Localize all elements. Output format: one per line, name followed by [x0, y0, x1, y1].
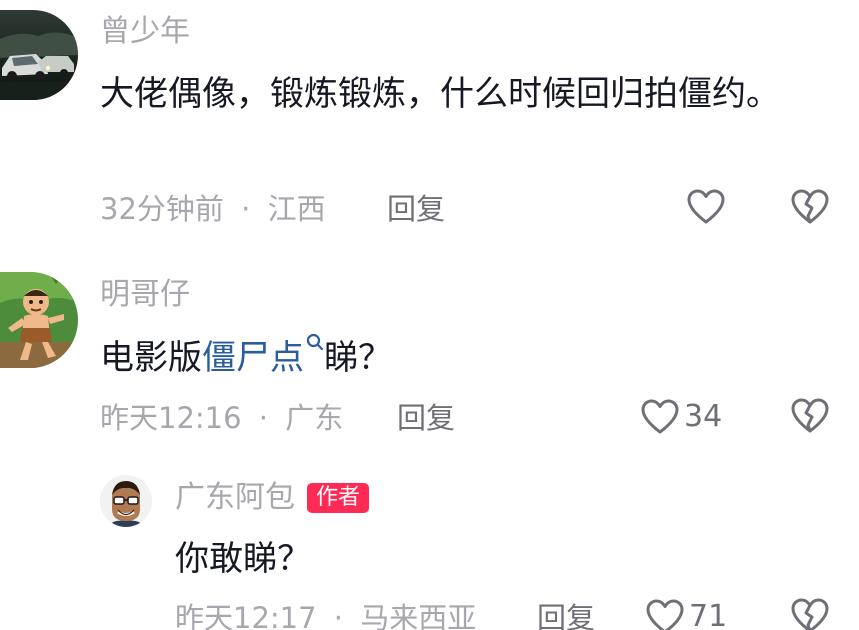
comment-text: 大佬偶像，锻炼锻炼，什么时候回归拍僵约。 [100, 74, 780, 114]
comment-username[interactable]: 曾少年 [100, 14, 190, 50]
cartoon-man-glasses-avatar [100, 475, 152, 527]
like-button[interactable]: 71 [645, 597, 727, 630]
reply-button[interactable]: 回复 [397, 398, 455, 438]
avatar[interactable] [100, 475, 152, 527]
search-link[interactable]: 僵尸点 [202, 333, 324, 378]
comment-text-after: 睇？ [324, 338, 392, 378]
dislike-button[interactable] [790, 188, 830, 230]
comment-time: 32分钟前 [100, 192, 224, 226]
heart-outline-icon [646, 599, 684, 630]
comment-list: 曾少年 大佬偶像，锻炼锻炼，什么时候回归拍僵约。 32分钟前 · 江西 回复 明… [0, 0, 859, 630]
avatar[interactable] [0, 10, 78, 100]
meta-separator: · [241, 192, 251, 226]
comment-text-before: 电影版 [100, 338, 202, 378]
like-button[interactable] [686, 188, 730, 226]
comment-meta: 32分钟前 · 江西 [100, 189, 326, 229]
avatar[interactable] [0, 272, 78, 368]
meta-separator: · [258, 401, 269, 435]
reply-button[interactable]: 回复 [387, 189, 445, 229]
broken-heart-icon [791, 398, 829, 433]
reply-username-text: 广东阿包 [175, 480, 295, 515]
broken-heart-icon [791, 189, 829, 224]
dislike-button[interactable] [790, 597, 830, 630]
reply-button[interactable]: 回复 [537, 598, 595, 630]
like-button[interactable]: 34 [640, 397, 722, 437]
search-link-text: 僵尸点 [202, 338, 304, 378]
reply-meta: 昨天12:17 · 马来西亚 [175, 598, 476, 630]
like-count: 34 [684, 399, 723, 434]
reply-location: 马来西亚 [360, 601, 477, 630]
comment-meta: 昨天12:16 · 广东 [100, 398, 343, 438]
heart-outline-icon [687, 189, 725, 224]
comment-time: 昨天12:16 [100, 401, 242, 435]
like-count: 71 [689, 599, 728, 630]
comment-location: 广东 [285, 401, 344, 435]
reply-text: 你敢睇？ [175, 539, 311, 579]
car-photo-avatar [0, 10, 78, 100]
comment-location: 江西 [267, 192, 326, 226]
meta-separator: · [333, 601, 344, 630]
search-icon [306, 333, 324, 351]
heart-outline-icon [641, 399, 679, 434]
cartoon-caveman-avatar [0, 272, 78, 368]
dislike-button[interactable] [790, 397, 830, 439]
comment-text: 电影版僵尸点 睇？ [100, 330, 815, 386]
author-badge: 作者 [307, 483, 370, 513]
broken-heart-icon [791, 598, 829, 630]
reply-username[interactable]: 广东阿包 作者 [175, 480, 370, 516]
reply-time: 昨天12:17 [175, 601, 317, 630]
comment-username[interactable]: 明哥仔 [100, 277, 190, 313]
